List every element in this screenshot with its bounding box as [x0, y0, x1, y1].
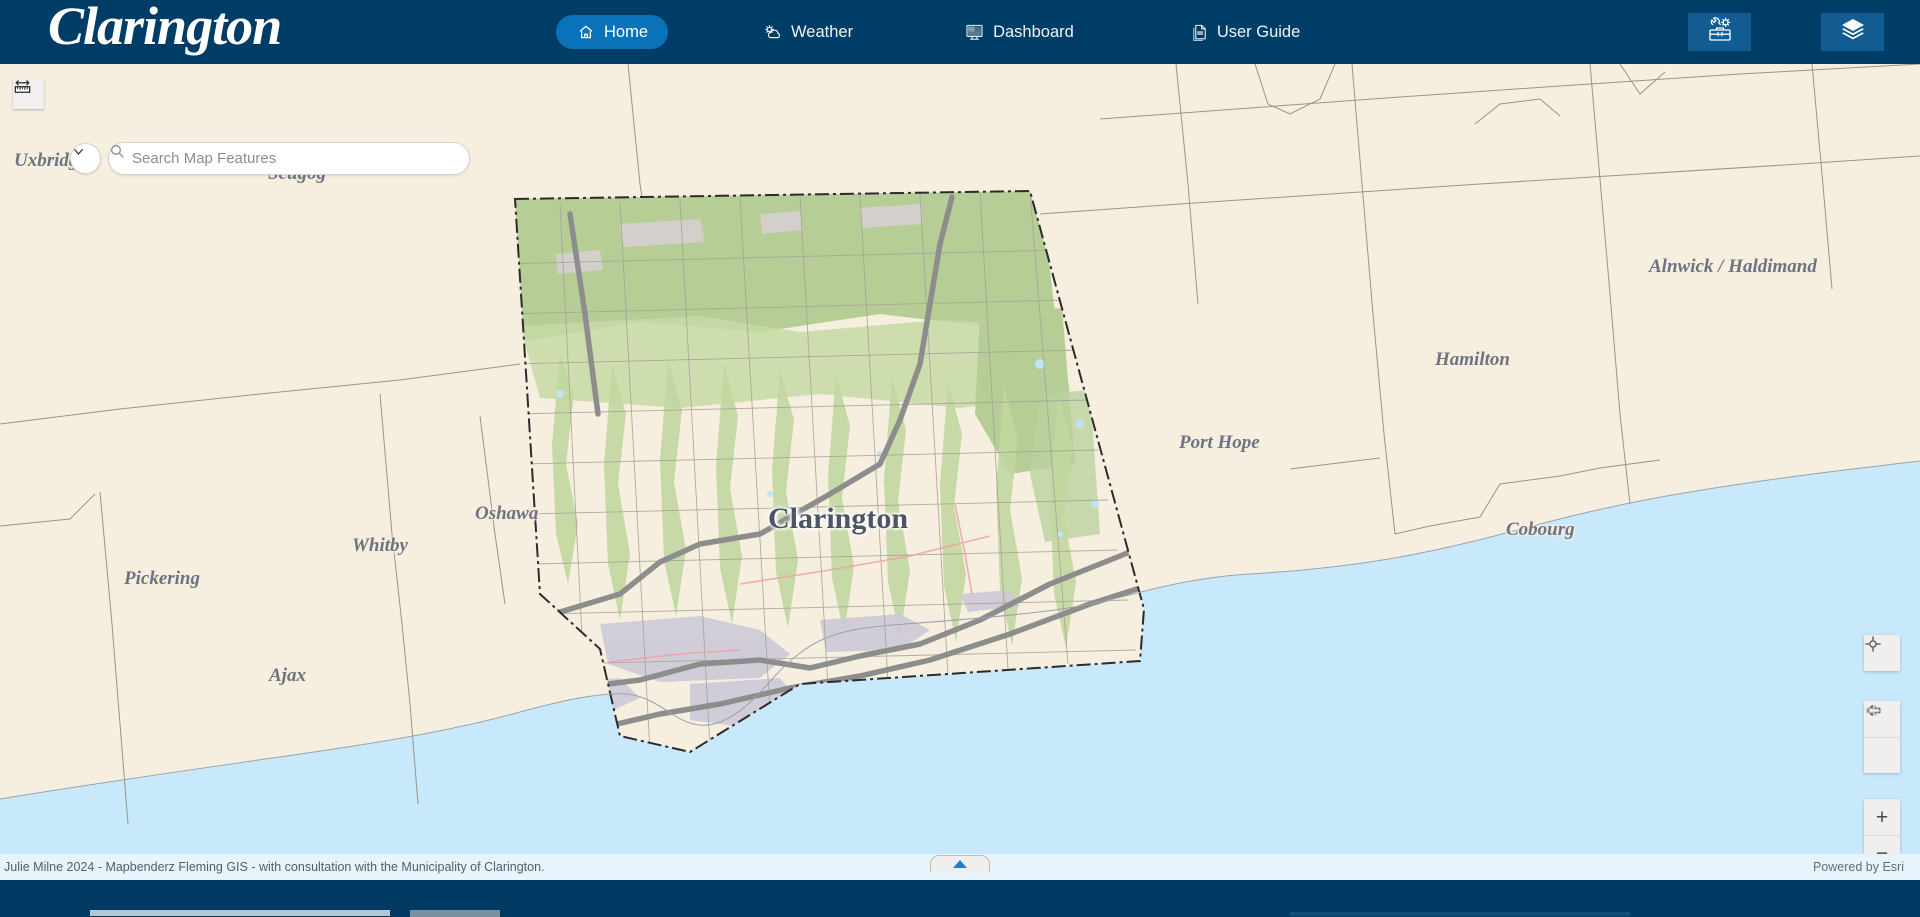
nav-label: Dashboard: [993, 22, 1074, 41]
layers-icon: [1840, 17, 1866, 48]
nav-item-weather[interactable]: Weather: [743, 15, 873, 49]
pdf-document-icon: [1189, 23, 1208, 42]
bottom-panel-toggle[interactable]: [930, 855, 990, 872]
search-expand-button[interactable]: [70, 143, 101, 174]
bottom-bar: [0, 880, 1920, 917]
dashboard-icon: [965, 23, 984, 42]
locate-control-group: [1864, 635, 1900, 671]
map-graphics: [0, 64, 1920, 854]
nav-item-user-guide[interactable]: User Guide: [1169, 15, 1320, 49]
zoom-out-button[interactable]: −: [1864, 835, 1900, 854]
bottom-bar-item[interactable]: [1290, 912, 1630, 916]
nav-item-home[interactable]: Home: [556, 15, 669, 49]
pan-history-control-group: [1864, 701, 1900, 773]
weather-icon: [763, 23, 782, 42]
main-navigation: Home Weather Dashboard User Guide: [556, 0, 1320, 64]
nav-item-dashboard[interactable]: Dashboard: [945, 15, 1094, 49]
layers-button[interactable]: [1821, 13, 1884, 51]
search-box[interactable]: [108, 142, 470, 175]
toolbox-button[interactable]: [1688, 13, 1751, 51]
zoom-in-button[interactable]: +: [1864, 799, 1900, 835]
nav-label: Weather: [791, 22, 854, 41]
measure-tool-button[interactable]: [13, 78, 44, 109]
plus-icon: +: [1875, 805, 1889, 829]
header-action-buttons: [1688, 0, 1884, 64]
bottom-bar-item[interactable]: [90, 910, 390, 916]
map-canvas[interactable]: Uxbridge Scugog Pickering Whitby Ajax Os…: [0, 64, 1920, 854]
pan-forward-button[interactable]: [1864, 705, 1900, 773]
attribution-text: Julie Milne 2024 - Mapbenderz Fleming GI…: [4, 860, 545, 874]
locate-button[interactable]: [1864, 635, 1900, 671]
bottom-bar-item[interactable]: [410, 910, 500, 917]
app-header: Clarington Home Weather Dashboard User G…: [0, 0, 1920, 64]
application-window: Uxbridge Scugog Pickering Whitby Ajax Os…: [0, 0, 1920, 917]
toolbox-icon: [1707, 16, 1733, 48]
home-icon: [576, 23, 595, 42]
nav-label: User Guide: [1216, 22, 1301, 41]
minus-icon: −: [1875, 842, 1889, 854]
nav-label: Home: [604, 22, 649, 41]
triangle-up-icon: [953, 860, 967, 868]
powered-by-esri: Powered by Esri: [1812, 860, 1904, 874]
brand-logo[interactable]: Clarington: [48, 0, 282, 58]
search-input[interactable]: [132, 150, 455, 167]
zoom-control-group: + −: [1864, 799, 1900, 854]
